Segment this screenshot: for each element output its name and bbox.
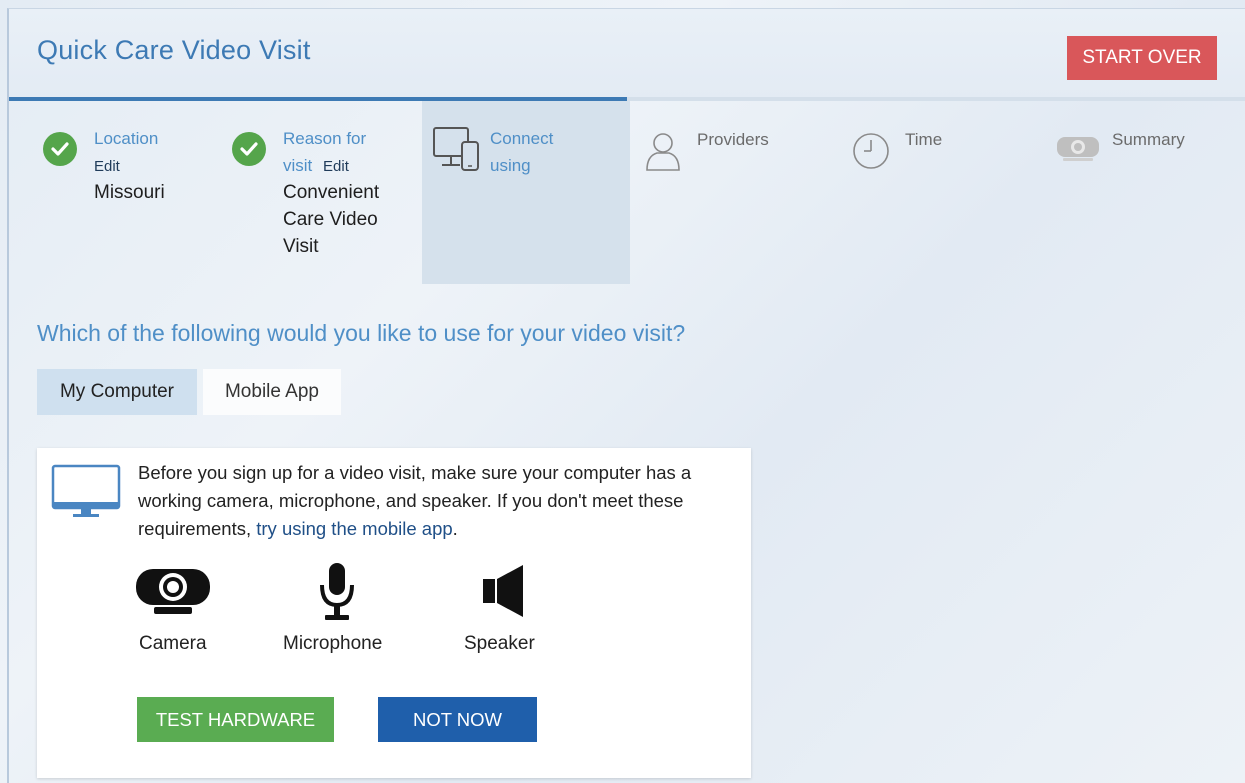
tab-my-computer[interactable]: My Computer — [37, 369, 197, 415]
step-reason-title: Reason for — [283, 129, 367, 148]
step-reason-title-visit: visit — [283, 156, 313, 175]
step-reason-value-line1: Convenient — [283, 182, 380, 203]
check-icon — [232, 132, 266, 166]
step-reason-edit-link[interactable]: Edit — [323, 158, 349, 175]
devices-icon — [433, 127, 479, 171]
not-now-button[interactable]: NOT NOW — [378, 697, 537, 742]
person-icon — [646, 133, 680, 171]
requirements-text-end: . — [452, 518, 458, 539]
camera-icon — [1057, 137, 1099, 161]
step-connect-title-line2: using — [490, 156, 531, 175]
step-summary-title: Summary — [1112, 130, 1185, 149]
step-reason-value-line2: Care Video — [283, 209, 378, 230]
step-reason-value-line3: Visit — [283, 236, 319, 257]
page-title: Quick Care Video Visit — [37, 35, 311, 65]
step-location-title: Location — [94, 129, 159, 148]
speaker-label: Speaker — [464, 633, 535, 654]
monitor-icon — [51, 464, 121, 517]
step-providers-title: Providers — [697, 130, 769, 149]
clock-icon — [853, 133, 889, 169]
tab-mobile-app[interactable]: Mobile App — [203, 369, 341, 415]
connect-question: Which of the following would you like to… — [37, 320, 686, 346]
check-icon — [43, 132, 77, 166]
speaker-icon — [483, 565, 523, 617]
camera-label: Camera — [139, 633, 207, 654]
step-time-title: Time — [905, 130, 943, 149]
start-over-button[interactable]: START OVER — [1067, 36, 1217, 80]
step-connect-title: Connect — [490, 129, 554, 148]
computer-requirements-card: Before you sign up for a video visit, ma… — [37, 448, 751, 778]
microphone-icon — [320, 563, 354, 620]
test-hardware-button[interactable]: TEST HARDWARE — [137, 697, 334, 742]
mobile-app-link[interactable]: try using the mobile app — [256, 518, 452, 539]
webcam-icon — [136, 569, 210, 614]
step-reason-title-line2: visit Edit — [283, 153, 349, 180]
step-location-value: Missouri — [94, 182, 165, 203]
requirements-text: Before you sign up for a video visit, ma… — [138, 459, 738, 543]
step-location-edit-link[interactable]: Edit — [94, 154, 120, 180]
microphone-label: Microphone — [283, 633, 383, 654]
